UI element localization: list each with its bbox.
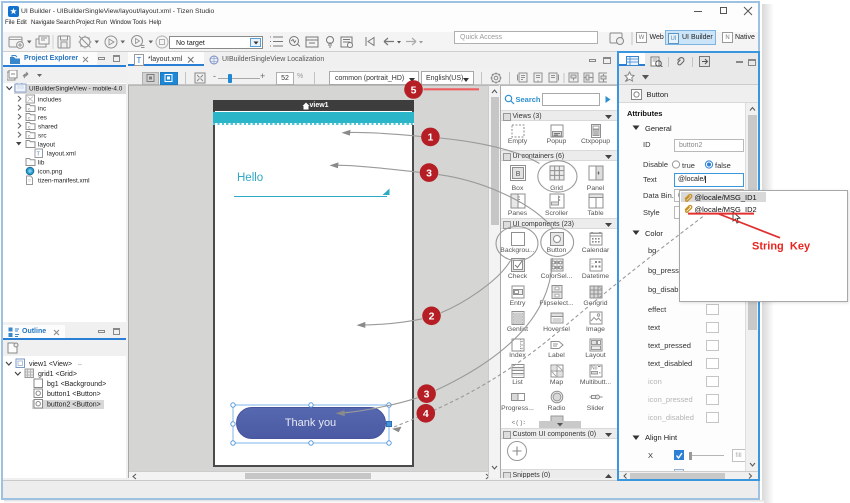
svg-text:shared: shared bbox=[38, 124, 58, 131]
svg-text:tizen-manifest.xml: tizen-manifest.xml bbox=[38, 178, 90, 185]
svg-text:src: src bbox=[38, 133, 47, 140]
svg-text:res: res bbox=[38, 115, 47, 122]
svg-text:No: No bbox=[591, 366, 598, 372]
svg-text:includes: includes bbox=[38, 97, 61, 104]
svg-text:button2 <Button>: button2 <Button> bbox=[47, 402, 101, 409]
svg-text:inc: inc bbox=[38, 106, 47, 113]
svg-text:⇔: ⇔ bbox=[77, 362, 83, 368]
svg-text:layout: layout bbox=[38, 142, 55, 149]
svg-text:UIBuilderSingleView - mobile-4: UIBuilderSingleView - mobile-4.0 bbox=[29, 86, 123, 93]
svg-text::..: :.. bbox=[591, 260, 595, 265]
svg-text:grid1 <Grid>: grid1 <Grid> bbox=[38, 371, 77, 378]
svg-text:icon.png: icon.png bbox=[38, 169, 63, 176]
svg-text:<()>: <()> bbox=[511, 420, 525, 427]
svg-text:B: B bbox=[515, 171, 520, 178]
svg-text:button1 <Button>: button1 <Button> bbox=[47, 391, 101, 398]
svg-text:view1 <View>: view1 <View> bbox=[29, 361, 72, 368]
svg-text:T: T bbox=[137, 56, 142, 65]
svg-text:lib: lib bbox=[38, 160, 45, 167]
svg-text:bg1 <Background>: bg1 <Background> bbox=[47, 381, 106, 388]
svg-text:layout.xml: layout.xml bbox=[47, 151, 76, 158]
